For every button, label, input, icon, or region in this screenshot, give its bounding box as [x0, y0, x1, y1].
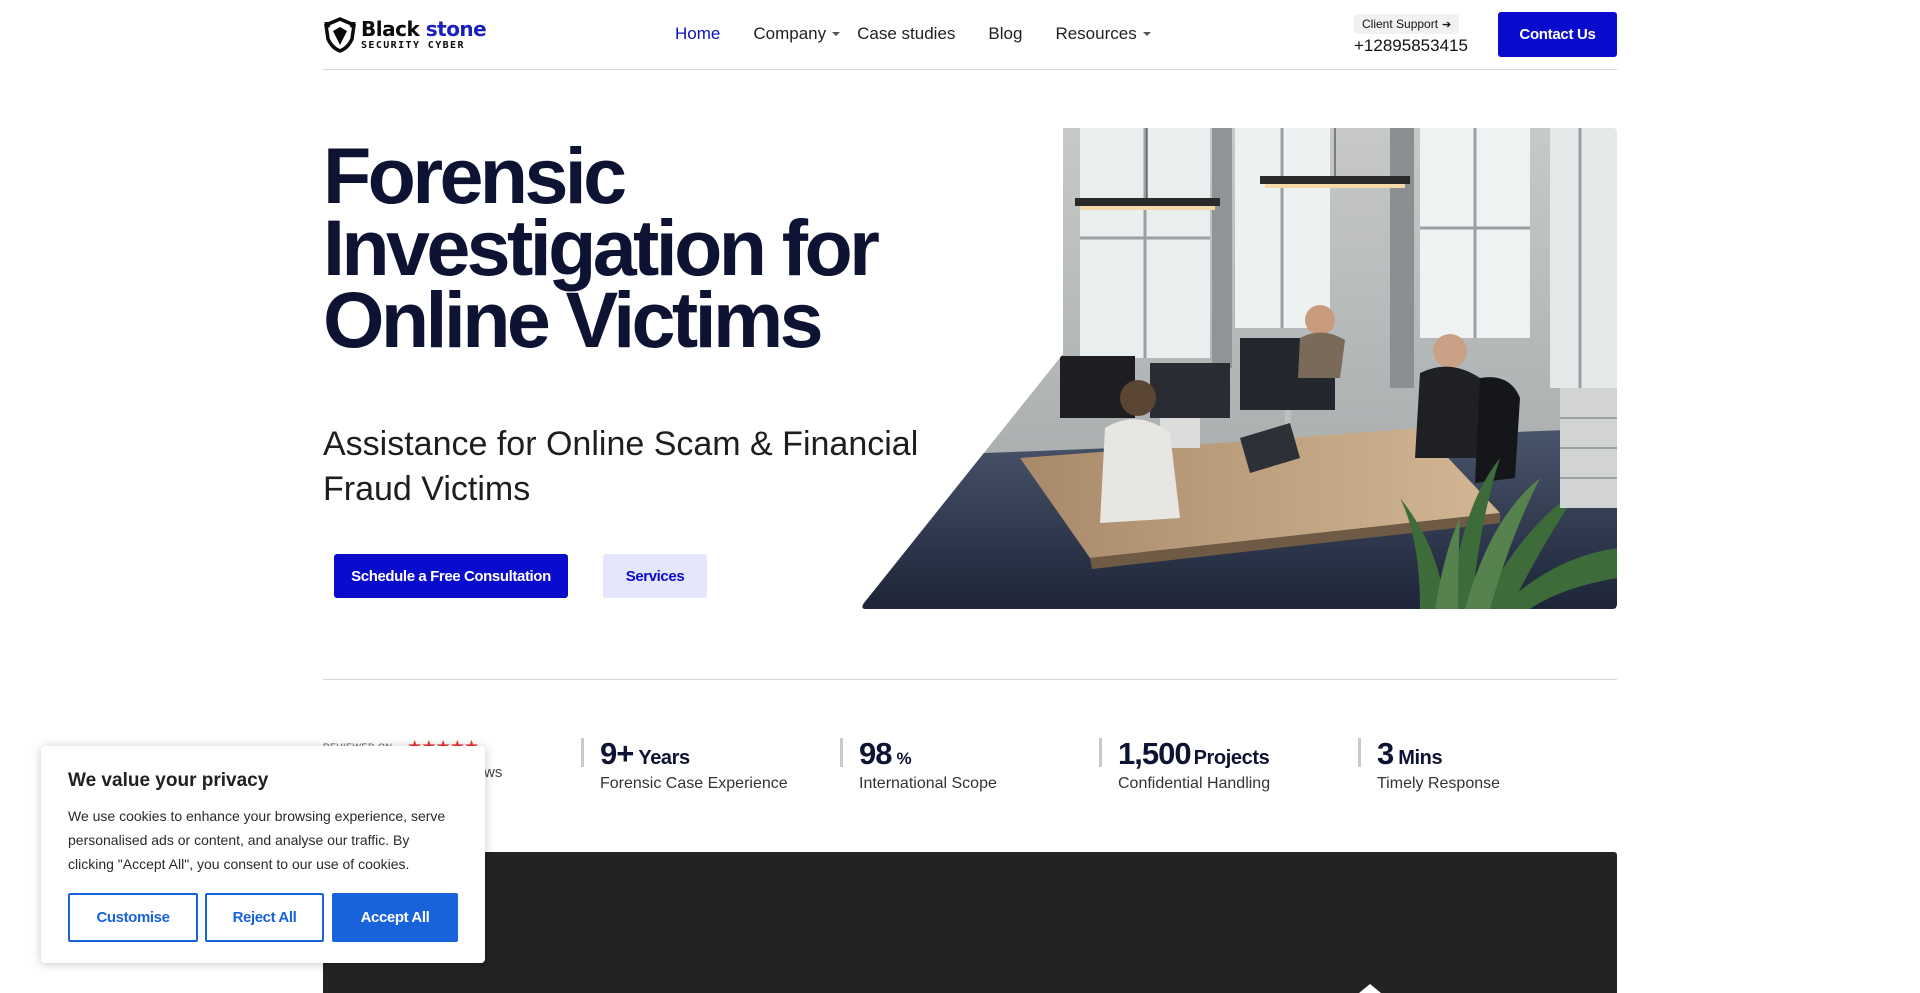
cookie-title: We value your privacy [68, 770, 269, 791]
stat-years: 9+ Years Forensic Case Experience [581, 738, 788, 794]
stat-number: 98 [859, 736, 892, 771]
schedule-consultation-button[interactable]: Schedule a Free Consultation [334, 554, 568, 598]
client-support-link[interactable]: Client Support ➔ [1354, 14, 1460, 34]
brand-tagline: SECURITY CYBER [361, 40, 465, 51]
stat-scope: 98% International Scope [840, 738, 997, 794]
hero-title-line: Forensic [323, 131, 627, 220]
nav-home[interactable]: Home [675, 24, 720, 44]
diamond-shape-icon [1359, 984, 1381, 993]
section-divider [323, 679, 1617, 680]
stat-label: International Scope [859, 775, 997, 792]
hero-title-line: Investigation for [323, 203, 880, 292]
stat-unit: Mins [1398, 747, 1443, 769]
cookie-actions: Customise Reject All Accept All [68, 893, 458, 942]
stat-label: Confidential Handling [1118, 775, 1271, 792]
stat-unit: Projects [1193, 747, 1270, 769]
nav-company-label: Company [753, 24, 827, 43]
chevron-down-icon [1142, 32, 1151, 36]
accept-all-cookies-button[interactable]: Accept All [332, 893, 458, 942]
hero-subtitle-line: Assistance for Online Scam & Financial [323, 425, 919, 463]
hero-subtitle-line: Fraud Victims [323, 470, 531, 508]
services-button[interactable]: Services [603, 554, 707, 598]
nav-blog-label: Blog [988, 24, 1023, 43]
nav-company[interactable]: Company [753, 24, 841, 44]
nav-resources[interactable]: Resources [1055, 24, 1151, 44]
contact-us-button[interactable]: Contact Us [1498, 12, 1617, 57]
stat-number: 1,500 [1118, 736, 1192, 771]
stat-unit: % [896, 749, 912, 768]
nav-case-studies[interactable]: Case studies [857, 24, 955, 44]
dark-feature-section [323, 852, 1617, 993]
hero-title: Forensic Investigation for Online Victim… [323, 131, 883, 364]
cookie-description: We use cookies to enhance your browsing … [68, 808, 446, 872]
stat-label: Forensic Case Experience [600, 775, 788, 792]
customise-cookies-button[interactable]: Customise [68, 893, 198, 942]
stat-number: 9+ [600, 736, 634, 771]
stat-unit: Years [638, 747, 690, 769]
support-phone[interactable]: +12895853415 [1354, 36, 1468, 56]
site-header: Black stone SECURITY CYBER Home Company … [323, 0, 1617, 70]
main-nav: Home Company Case studies Blog Resources [675, 24, 1151, 44]
cookie-consent-banner: We value your privacy We use cookies to … [41, 746, 485, 963]
stat-number: 3 [1377, 736, 1394, 771]
nav-blog[interactable]: Blog [988, 24, 1022, 44]
hero-title-line: Online Victims [323, 275, 824, 364]
stat-response: 3 Mins Timely Response [1358, 738, 1500, 794]
review-count-text: ws [484, 764, 503, 781]
stat-label: Timely Response [1377, 775, 1501, 792]
nav-case-studies-label: Case studies [857, 24, 956, 43]
stat-projects: 1,500 Projects Confidential Handling [1099, 738, 1270, 794]
hero-subtitle: Assistance for Online Scam & Financial F… [323, 422, 923, 512]
client-support: Client Support ➔ +12895853415 [1354, 14, 1468, 56]
reject-all-cookies-button[interactable]: Reject All [205, 893, 324, 942]
brand-logo[interactable]: Black stone SECURITY CYBER [323, 16, 487, 54]
brand-name-accent: stone [419, 17, 487, 41]
shield-logo-icon [324, 17, 356, 53]
brand-name: Black [361, 17, 420, 41]
hero-office-image [862, 128, 1617, 609]
chevron-down-icon [832, 32, 841, 36]
arrow-right-icon: ➔ [1442, 18, 1452, 31]
client-support-label: Client Support [1362, 17, 1439, 31]
nav-home-label: Home [675, 24, 721, 43]
nav-resources-label: Resources [1055, 24, 1137, 43]
brand-wordmark: Black stone SECURITY CYBER [361, 17, 487, 51]
